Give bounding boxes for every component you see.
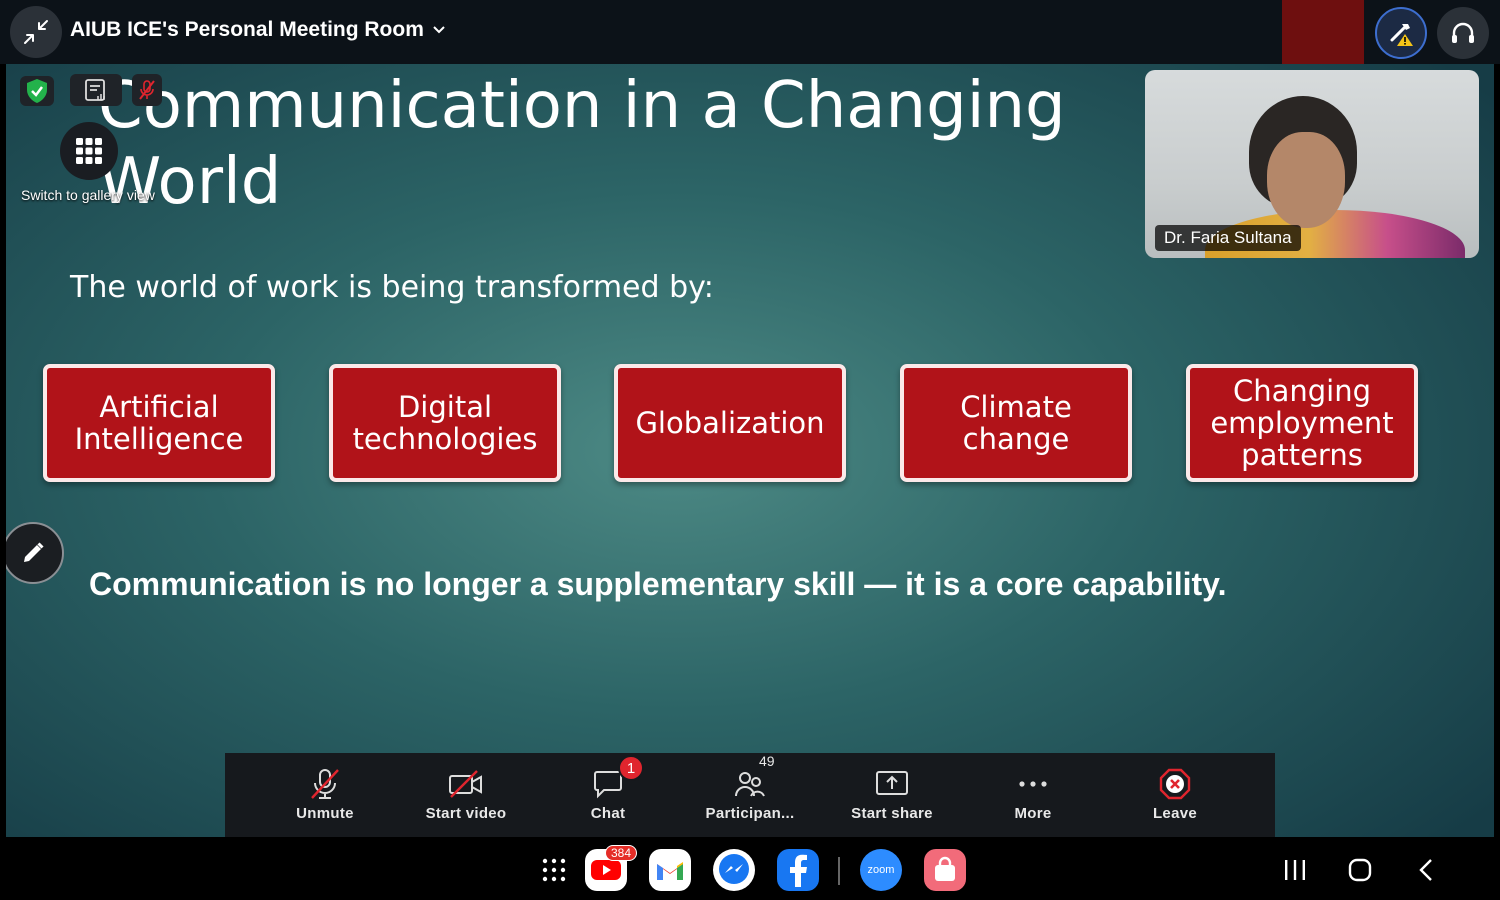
grid-icon [76,138,102,164]
chat-button[interactable]: 1 Chat [538,753,678,837]
app-drawer-icon [542,858,566,882]
shared-screen-slide: Communication in a Changing World The wo… [6,64,1494,837]
taskbar-divider [838,857,840,885]
meeting-title: AIUB ICE's Personal Meeting Room [70,18,424,41]
slide-title: Communication in a Changing World [98,69,1066,219]
headphones-icon [1452,22,1474,43]
android-taskbar: 384 zoom [0,837,1500,900]
participants-button[interactable]: 49 Participan... [680,753,820,837]
topic-box-ai: Artificial Intelligence [43,364,275,482]
host-tools-button[interactable] [1375,7,1427,59]
audio-button[interactable] [1437,7,1489,59]
participants-label: Participan... [705,805,795,822]
shopping-bag-icon [935,856,955,881]
slide-statement: Communication is no longer a supplementa… [89,566,1227,602]
home-icon [1348,858,1372,882]
topic-box-climate: Climate change [900,364,1132,482]
slide-subtitle: The world of work is being transformed b… [70,270,714,305]
more-label: More [1014,805,1052,822]
minimize-meeting-button[interactable] [10,6,62,58]
gallery-view-label: Switch to gallery view [21,187,155,203]
chevron-down-icon [433,26,445,34]
annotate-button[interactable] [6,522,64,584]
leave-button[interactable]: Leave [1105,753,1245,837]
youtube-notification-badge: 384 [605,845,638,861]
topic-box-globalization: Globalization [614,364,846,482]
shield-check-icon [27,79,47,103]
gmail-app[interactable] [649,849,691,891]
start-share-button[interactable]: Start share [822,753,962,837]
recording-indicator-strip [1282,0,1364,68]
pencil-icon [24,542,44,562]
topic-box-digital: Digital technologies [329,364,561,482]
unmute-label: Unmute [296,805,354,822]
messenger-icon [719,854,749,884]
home-button[interactable] [1340,853,1380,887]
unmute-button[interactable]: Unmute [255,753,395,837]
switch-to-gallery-button[interactable] [60,122,118,180]
start-video-label: Start video [425,805,507,822]
more-dots-icon [1019,781,1047,787]
chat-unread-badge: 1 [618,755,644,781]
share-screen-icon [876,771,908,795]
captions-button[interactable] [70,74,122,106]
start-video-button[interactable]: Start video [396,753,536,837]
youtube-icon [591,860,621,880]
topic-box-employment: Changing employment patterns [1186,364,1418,482]
encryption-status[interactable] [20,76,54,106]
host-tools-warning-icon [1390,24,1413,46]
topic-label: Climate change [960,390,1072,456]
back-button[interactable] [1407,853,1447,887]
facebook-icon [790,854,807,887]
gmail-icon [657,862,683,880]
leave-icon [1159,768,1191,800]
start-share-label: Start share [851,805,933,822]
zoom-app[interactable]: zoom [860,849,902,891]
muted-indicator [132,74,162,106]
back-chevron-icon [1419,859,1432,881]
participants-count: 49 [759,753,775,769]
chat-label: Chat [590,805,626,822]
meeting-top-bar: AIUB ICE's Personal Meeting Room [0,0,1500,68]
mic-off-icon [311,769,339,799]
video-off-icon [449,770,482,798]
collapse-arrows-icon [24,20,48,44]
galaxy-store-app[interactable] [924,849,966,891]
topic-label: Artificial Intelligence [74,390,244,456]
participant-name-tag: Dr. Faria Sultana [1155,225,1301,251]
topic-label: Changing employment patterns [1210,374,1394,472]
transcript-icon [85,79,105,101]
leave-label: Leave [1152,805,1198,822]
participant-video-tile[interactable]: Dr. Faria Sultana [1145,70,1479,258]
topic-label: Globalization [635,406,825,440]
topic-label: Digital technologies [352,390,538,456]
participant-face [1267,132,1345,228]
app-drawer-button[interactable] [533,849,575,891]
participants-icon [735,772,765,797]
meeting-toolbar: Unmute Start video 1 Chat 49 Participan.… [225,753,1275,837]
recent-apps-icon [1285,860,1305,880]
recent-apps-button[interactable] [1275,853,1315,887]
facebook-app[interactable] [777,849,819,891]
meeting-title-dropdown[interactable]: AIUB ICE's Personal Meeting Room [70,18,446,42]
messenger-app[interactable] [713,849,755,891]
more-button[interactable]: More [963,753,1103,837]
youtube-app[interactable]: 384 [585,845,638,891]
zoom-label: zoom [867,864,895,876]
mic-muted-icon [139,80,155,100]
